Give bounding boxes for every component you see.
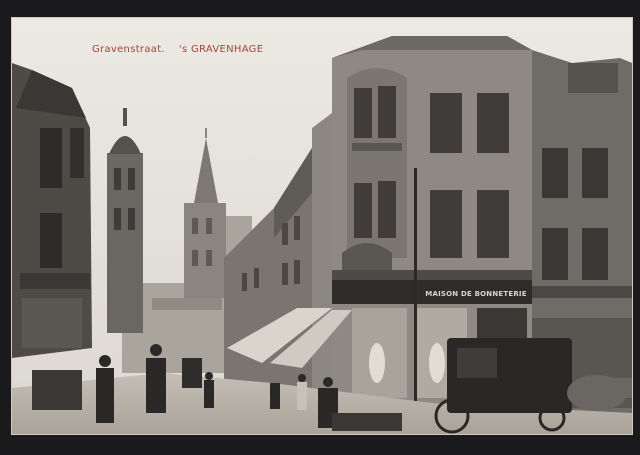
postcard: Gravenstraat. 's GRAVENHAGE MAISON DE BON… (12, 18, 632, 434)
street-scene-photo (12, 18, 632, 434)
shop-sign: MAISON DE BONNETERIE (425, 290, 527, 298)
left-corner-building (12, 63, 92, 358)
handcart (332, 413, 402, 431)
caption-street: Gravenstraat. (92, 44, 165, 55)
caption-city: 's GRAVENHAGE (178, 44, 264, 55)
postcard-caption: Gravenstraat. 's GRAVENHAGE (92, 44, 263, 55)
